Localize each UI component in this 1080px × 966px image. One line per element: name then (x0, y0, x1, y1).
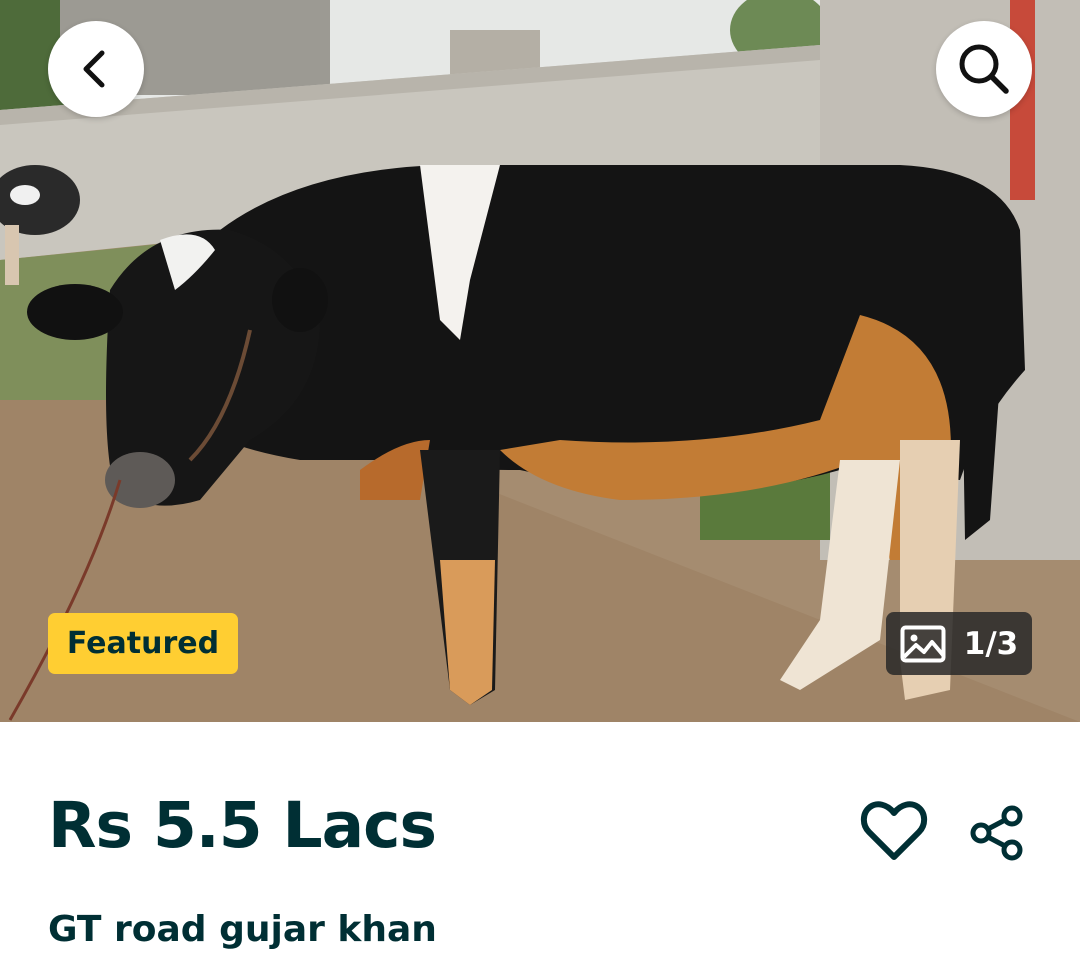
search-button[interactable] (936, 21, 1032, 117)
featured-badge-label: Featured (66, 626, 220, 661)
image-icon (900, 625, 946, 662)
search-icon (959, 44, 1009, 94)
share-icon (970, 805, 1023, 861)
image-counter[interactable]: 1/3 (886, 612, 1032, 675)
heart-icon (860, 801, 928, 860)
chevron-left-icon (83, 50, 105, 88)
listing-title: GT road gujar khan (48, 909, 437, 950)
favorite-button[interactable] (856, 796, 932, 868)
share-button[interactable] (964, 800, 1030, 866)
back-button[interactable] (48, 21, 144, 117)
listing-image-gallery[interactable]: Featured 1/3 (0, 0, 1080, 722)
featured-badge: Featured (48, 613, 238, 674)
listing-price: Rs 5.5 Lacs (48, 789, 437, 862)
ad-detail-page: Featured 1/3 Rs 5.5 Lacs GT road gujar k… (0, 0, 1080, 966)
image-counter-label: 1/3 (963, 625, 1019, 662)
